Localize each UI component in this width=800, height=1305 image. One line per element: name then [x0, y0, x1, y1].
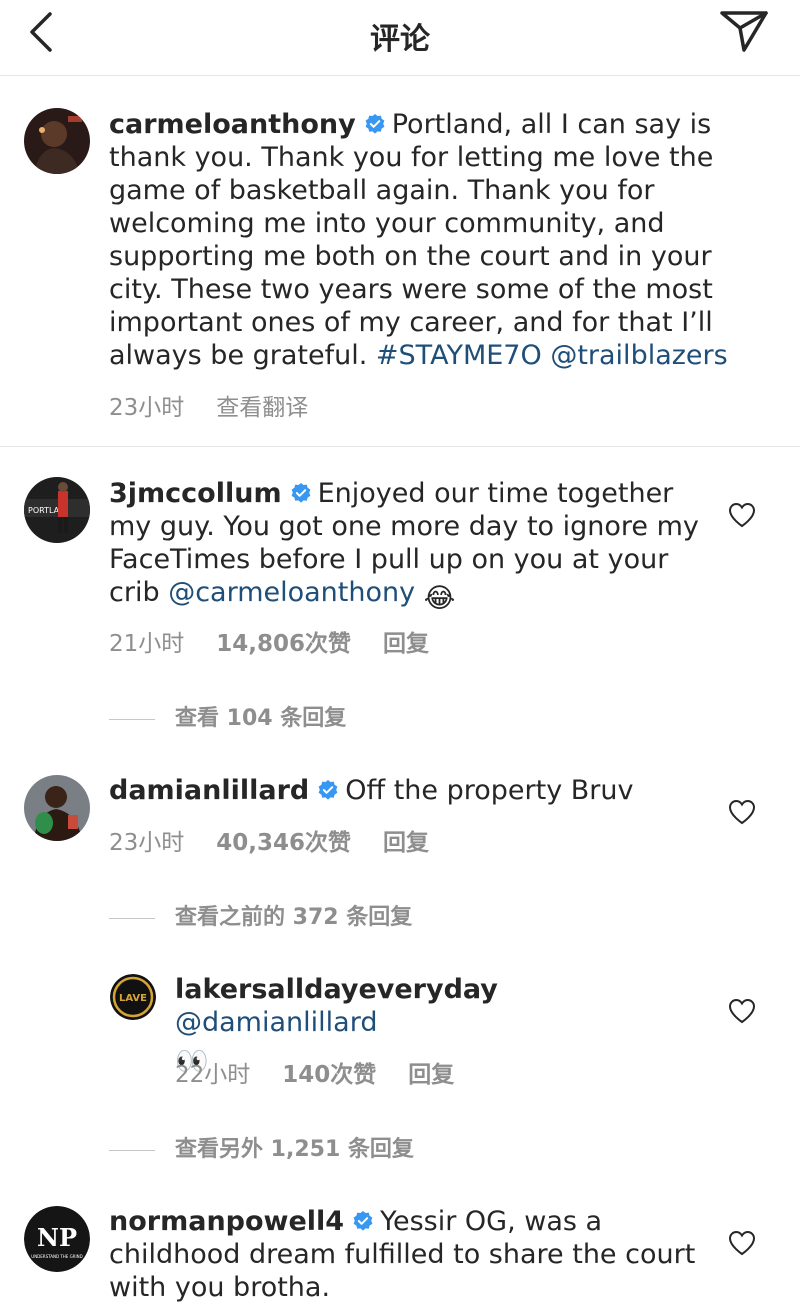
- normanpowell4-avatar-image: NP UNDERSTAND THE GRIND: [24, 1206, 90, 1272]
- username[interactable]: lakersalldayeveryday: [175, 974, 498, 1005]
- timestamp: 23小时: [109, 395, 185, 421]
- reply-button[interactable]: 回复: [383, 830, 429, 856]
- view-replies-button[interactable]: 查看 104 条回复: [109, 700, 346, 732]
- comment-body: Off the property Bruv: [345, 775, 634, 806]
- caption-text: carmeloanthony Portland, all I can say is…: [109, 108, 769, 372]
- avatar[interactable]: LAVE: [110, 974, 156, 1020]
- comment-text: 3jmccollum Enjoyed our time together my g…: [109, 477, 699, 615]
- caption-body: Portland, all I can say is thank you. Th…: [109, 109, 714, 371]
- translate-button[interactable]: 查看翻译: [216, 395, 308, 421]
- comment-text: damianlillard Off the property Bruv: [109, 774, 699, 807]
- share-button[interactable]: [718, 8, 770, 54]
- timestamp: 21小时: [109, 631, 185, 657]
- view-more-replies-button[interactable]: 查看另外 1,251 条回复: [109, 1131, 414, 1163]
- avatar[interactable]: [24, 775, 90, 841]
- avatar-logo-text: LAVE: [119, 993, 147, 1004]
- view-previous-label: 查看之前的 372 条回复: [175, 905, 413, 930]
- direct-send-icon: [720, 11, 768, 52]
- like-count[interactable]: 140次赞: [282, 1062, 376, 1088]
- username[interactable]: carmeloanthony: [109, 109, 356, 140]
- 3jmccollum-avatar-image: PORTLAN: [24, 477, 90, 543]
- verified-badge-icon: [365, 114, 385, 134]
- avatar[interactable]: PORTLAN: [24, 477, 90, 543]
- reply-meta: 22小时 140次赞 回复: [175, 1055, 486, 1089]
- avatar-logo-text: NP: [37, 1223, 77, 1252]
- heart-like-icon[interactable]: [728, 502, 756, 528]
- top-bar: 评论: [0, 0, 800, 76]
- verified-badge-icon: [291, 483, 311, 503]
- mention-link[interactable]: @damianlillard: [175, 1007, 377, 1038]
- like-count[interactable]: 40,346次赞: [216, 830, 351, 856]
- heart-like-icon[interactable]: [728, 998, 756, 1024]
- reply-button[interactable]: 回复: [383, 631, 429, 657]
- damianlillard-avatar-image: [24, 775, 90, 841]
- verified-badge-icon: [353, 1211, 373, 1231]
- username[interactable]: 3jmccollum: [109, 478, 282, 509]
- hashtag-link[interactable]: #STAYME7O: [376, 340, 542, 371]
- comment-meta: 21小时 14,806次赞 回复: [109, 624, 461, 658]
- verified-badge-icon: [318, 780, 338, 800]
- comment-text: normanpowell4 Yessir OG, was a childhood …: [109, 1205, 699, 1304]
- like-count[interactable]: 14,806次赞: [216, 631, 351, 657]
- avatar[interactable]: [24, 108, 90, 174]
- heart-like-icon[interactable]: [728, 799, 756, 825]
- username[interactable]: damianlillard: [109, 775, 309, 806]
- divider-line: [109, 1149, 155, 1151]
- timestamp: 23小时: [109, 830, 185, 856]
- timestamp: 22小时: [175, 1062, 251, 1088]
- username[interactable]: normanpowell4: [109, 1206, 344, 1237]
- carmeloanthony-avatar-image: [24, 108, 90, 174]
- laughing-emoji: 😂: [423, 583, 456, 614]
- avatar-logo-subtext: UNDERSTAND THE GRIND: [31, 1254, 82, 1259]
- avatar[interactable]: NP UNDERSTAND THE GRIND: [24, 1206, 90, 1272]
- lakersalldayeveryday-avatar-image: LAVE: [110, 974, 156, 1020]
- divider-line: [109, 718, 155, 720]
- caption-meta: 23小时 查看翻译: [109, 388, 340, 422]
- comment-meta: 23小时 40,346次赞 回复: [109, 823, 461, 857]
- mention-link[interactable]: @carmeloanthony: [168, 577, 415, 608]
- view-more-label: 查看另外 1,251 条回复: [175, 1137, 414, 1162]
- view-replies-label: 查看 104 条回复: [175, 706, 347, 731]
- reply-button[interactable]: 回复: [408, 1062, 454, 1088]
- heart-like-icon[interactable]: [728, 1230, 756, 1256]
- post-caption: carmeloanthony Portland, all I can say is…: [0, 77, 800, 447]
- mention-link[interactable]: @trailblazers: [550, 340, 727, 371]
- divider-line: [109, 917, 155, 919]
- view-previous-replies-button[interactable]: 查看之前的 372 条回复: [109, 899, 412, 931]
- page-title: 评论: [370, 22, 430, 57]
